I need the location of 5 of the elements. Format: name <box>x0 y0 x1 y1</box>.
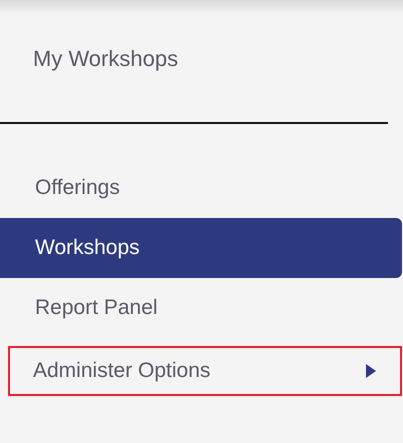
menu-item[interactable]: Offerings <box>0 158 402 218</box>
menu-item[interactable]: Workshops <box>0 218 402 278</box>
menu-item[interactable]: Report Panel <box>0 278 402 338</box>
menu-item[interactable]: Administer Options <box>8 346 402 396</box>
section-title: My Workshops <box>33 46 178 71</box>
